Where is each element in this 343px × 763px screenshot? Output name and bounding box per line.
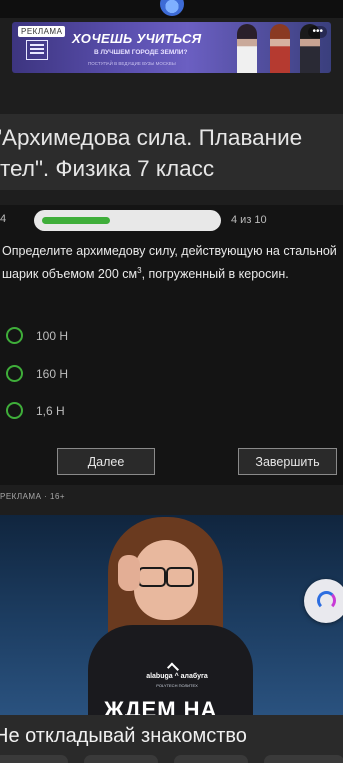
glasses-icon <box>138 567 194 587</box>
ad-subtitle: В ЛУЧШЕМ ГОРОДЕ ЗЕМЛИ? <box>94 49 188 56</box>
ad-person-image <box>237 24 257 73</box>
refresh-fab-button[interactable] <box>304 579 343 623</box>
refresh-icon <box>317 591 336 610</box>
answer-option-label: 1,6 Н <box>36 404 65 418</box>
bottom-pills <box>0 755 343 763</box>
answer-option-label: 160 Н <box>36 367 69 381</box>
question-number: 4 <box>0 213 7 225</box>
bottom-title: Не откладывай знакомство <box>0 725 247 747</box>
bottom-pill[interactable] <box>0 755 68 763</box>
radio-button[interactable] <box>6 327 23 344</box>
ad-brand: alabuga ^ алабуга <box>146 673 208 680</box>
answer-option[interactable]: 100 Н <box>6 326 206 346</box>
ad-more-button[interactable]: ••• <box>308 26 327 38</box>
answer-option[interactable]: 160 Н <box>6 364 206 384</box>
university-logo-icon <box>26 40 48 60</box>
page-title: "Архимедова сила. Плавание тел". Физика … <box>0 125 303 181</box>
radio-button[interactable] <box>6 402 23 419</box>
video-ad[interactable]: alabuga ^ алабуга POLYTECH ПОЛИТЕХ ЖДЕМ … <box>0 515 343 715</box>
ad-title: ХОЧЕШЬ УЧИТЬСЯ <box>72 31 202 46</box>
progress-fill <box>42 217 110 224</box>
bottom-pill[interactable] <box>174 755 248 763</box>
ad-fine-print: ПОСТУПАЙ В ВЕДУЩИЕ ВУЗЫ МОСКВЫ <box>88 61 176 66</box>
question-text-part: , погруженный в керосин. <box>141 267 289 282</box>
app-logo-icon <box>160 0 184 16</box>
answer-option[interactable]: 1,6 Н <box>6 401 206 421</box>
answer-option-label: 100 Н <box>36 329 69 343</box>
ad-headline: ЖДЕМ НА <box>104 697 218 715</box>
finish-button[interactable]: Завершить <box>238 448 337 475</box>
question-text: Определите архимедову силу, действующую … <box>2 241 338 284</box>
ad-label: РЕКЛАМА · 16+ <box>0 492 66 501</box>
top-strip <box>0 0 343 18</box>
ad-person-hand <box>118 555 140 591</box>
progress-bar <box>34 210 221 231</box>
ad-brand-sub: POLYTECH ПОЛИТЕХ <box>156 683 198 688</box>
bottom-pill[interactable] <box>264 755 343 763</box>
radio-button[interactable] <box>6 365 23 382</box>
next-button[interactable]: Далее <box>57 448 155 475</box>
bottom-pill[interactable] <box>84 755 158 763</box>
top-ad-banner[interactable]: РЕКЛАМА ХОЧЕШЬ УЧИТЬСЯ В ЛУЧШЕМ ГОРОДЕ З… <box>12 22 331 73</box>
progress-label: 4 из 10 <box>231 214 267 226</box>
ad-person-image <box>270 24 290 73</box>
ad-badge: РЕКЛАМА <box>18 26 66 37</box>
